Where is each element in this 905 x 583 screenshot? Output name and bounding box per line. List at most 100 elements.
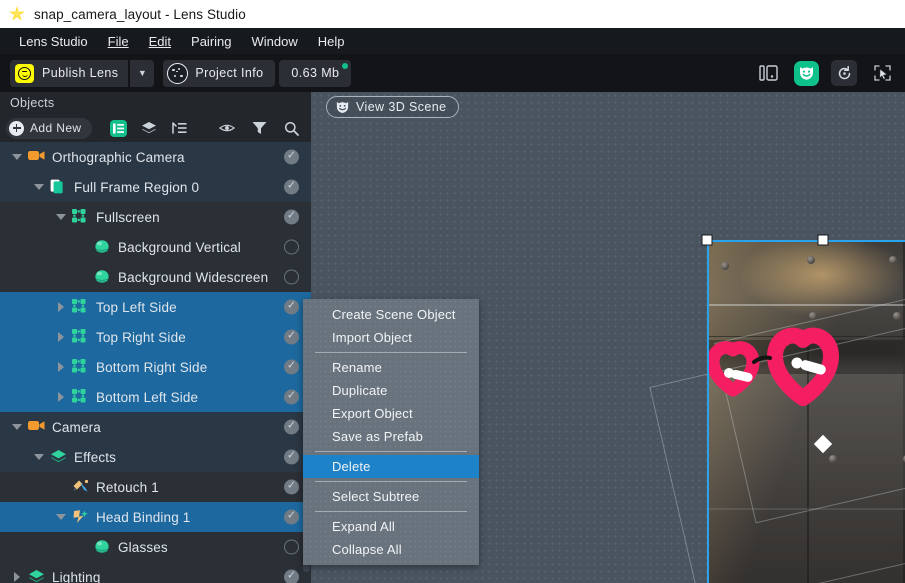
panel-title: Objects [0, 92, 311, 114]
tree-row-orthographic-camera[interactable]: Orthographic Camera [0, 142, 311, 172]
menu-file[interactable]: File [99, 31, 138, 52]
chevron-down-icon[interactable] [34, 182, 45, 193]
view-3d-scene-label: View 3D Scene [356, 100, 447, 114]
tree-row-label: Full Frame Region 0 [74, 179, 200, 195]
layers-icon[interactable] [141, 120, 157, 136]
tree-row-label: Glasses [118, 539, 168, 555]
publish-dropdown-chevron-down-icon[interactable]: ▼ [130, 59, 155, 87]
menu-pairing[interactable]: Pairing [182, 31, 240, 52]
context-menu-item-export-object[interactable]: Export Object [303, 402, 479, 425]
menu-help[interactable]: Help [309, 31, 354, 52]
context-menu-item-save-as-prefab[interactable]: Save as Prefab [303, 425, 479, 448]
chevron-down-icon[interactable] [12, 152, 23, 163]
group-icon [72, 208, 89, 226]
tree-row-glasses[interactable]: Glasses [0, 532, 311, 562]
sort-hierarchy-icon[interactable] [171, 120, 187, 136]
chevron-right-icon[interactable] [12, 571, 23, 583]
tree-row-visibility-checkbox[interactable] [284, 448, 299, 465]
snap-face-icon [336, 101, 349, 113]
tree-row-visibility-checkbox[interactable] [284, 178, 299, 195]
tree-row-label: Camera [52, 419, 101, 435]
snapchat-smile-icon[interactable] [794, 60, 819, 86]
tree-row-background-widescreen[interactable]: Background Widescreen [0, 262, 311, 292]
object-tree[interactable]: Orthographic Camera Full Frame Region 0 Fu… [0, 142, 311, 583]
tree-row-bottom-left-side[interactable]: Bottom Left Side [0, 382, 311, 412]
plus-icon [9, 120, 24, 136]
chevron-down-icon[interactable] [56, 512, 67, 523]
tree-row-label: Top Right Side [96, 329, 186, 345]
tree-row-visibility-checkbox[interactable] [284, 208, 299, 225]
chevron-right-icon[interactable] [56, 331, 67, 343]
chevron-right-icon[interactable] [56, 301, 67, 313]
view-3d-scene-button[interactable]: View 3D Scene [326, 96, 460, 118]
add-new-button[interactable]: Add New [6, 117, 92, 139]
tree-row-label: Orthographic Camera [52, 149, 185, 165]
tree-row-retouch-1[interactable]: Retouch 1 [0, 472, 311, 502]
object-context-menu[interactable]: Create Scene Object Import Object Rename Du… [303, 299, 479, 565]
tree-row-bottom-right-side[interactable]: Bottom Right Side [0, 352, 311, 382]
context-menu-item-collapse-all[interactable]: Collapse All [303, 538, 479, 561]
tree-row-visibility-checkbox[interactable] [284, 508, 299, 525]
search-icon[interactable] [283, 120, 299, 136]
context-menu-separator [315, 451, 467, 452]
resize-handle-top-left[interactable] [701, 234, 713, 246]
tree-row-head-binding-1[interactable]: Head Binding 1 [0, 502, 311, 532]
menu-lens-studio[interactable]: Lens Studio [10, 31, 97, 52]
context-menu-item-create-scene-object[interactable]: Create Scene Object [303, 303, 479, 326]
tree-row-label: Background Vertical [118, 239, 241, 255]
tree-row-visibility-checkbox[interactable] [284, 148, 299, 165]
retouch-icon [72, 479, 89, 496]
menu-window[interactable]: Window [243, 31, 307, 52]
chevron-down-icon[interactable] [12, 422, 23, 433]
context-menu-item-rename[interactable]: Rename [303, 356, 479, 379]
context-menu-item-import-object[interactable]: Import Object [303, 326, 479, 349]
tree-row-camera[interactable]: Camera [0, 412, 311, 442]
project-size-chip: 0.63 Mb [279, 59, 352, 87]
tree-row-visibility-checkbox[interactable] [284, 239, 299, 255]
tree-row-visibility-checkbox[interactable] [284, 478, 299, 495]
chevron-right-icon[interactable] [56, 361, 67, 373]
eye-icon[interactable] [219, 120, 235, 136]
tree-row-label: Fullscreen [96, 209, 160, 225]
tree-row-lighting[interactable]: Lighting [0, 562, 311, 583]
chevron-down-icon[interactable] [56, 212, 67, 223]
chevron-right-icon[interactable] [56, 391, 67, 403]
region-icon [50, 179, 67, 196]
list-view-icon[interactable] [109, 119, 127, 137]
title-bar: snap_camera_layout - Lens Studio [0, 0, 905, 28]
tree-row-top-left-side[interactable]: Top Left Side [0, 292, 311, 322]
context-menu-item-delete[interactable]: Delete [303, 455, 479, 478]
chevron-down-icon[interactable] [34, 452, 45, 463]
reset-rotate-icon[interactable] [831, 60, 857, 86]
project-info-button[interactable]: Project Info [163, 59, 276, 87]
tree-row-visibility-checkbox[interactable] [284, 388, 299, 405]
context-menu-item-select-subtree[interactable]: Select Subtree [303, 485, 479, 508]
tree-row-effects[interactable]: Effects [0, 442, 311, 472]
filter-icon[interactable] [251, 120, 267, 136]
tree-row-label: Effects [74, 449, 117, 465]
context-menu-item-expand-all[interactable]: Expand All [303, 515, 479, 538]
resize-handle-top-center[interactable] [817, 234, 829, 246]
tree-row-top-right-side[interactable]: Top Right Side [0, 322, 311, 352]
context-menu-item-duplicate[interactable]: Duplicate [303, 379, 479, 402]
tree-row-visibility-checkbox[interactable] [284, 328, 299, 345]
project-info-label: Project Info [195, 66, 264, 80]
tree-row-full-frame-region-0[interactable]: Full Frame Region 0 [0, 172, 311, 202]
menu-edit[interactable]: Edit [140, 31, 180, 52]
group-icon [72, 388, 89, 406]
device-preview-icon[interactable] [756, 60, 782, 86]
tree-row-visibility-checkbox[interactable] [284, 568, 299, 583]
tree-row-visibility-checkbox[interactable] [284, 418, 299, 435]
tree-row-visibility-checkbox[interactable] [284, 269, 299, 285]
publish-lens-button[interactable]: Publish Lens [10, 59, 129, 87]
tree-row-visibility-checkbox[interactable] [284, 298, 299, 315]
tree-row-fullscreen[interactable]: Fullscreen [0, 202, 311, 232]
mesh-icon [94, 539, 111, 556]
tree-row-background-vertical[interactable]: Background Vertical [0, 232, 311, 262]
tree-row-visibility-checkbox[interactable] [284, 358, 299, 375]
tree-row-visibility-checkbox[interactable] [284, 539, 299, 555]
cursor-select-icon[interactable] [869, 60, 895, 86]
